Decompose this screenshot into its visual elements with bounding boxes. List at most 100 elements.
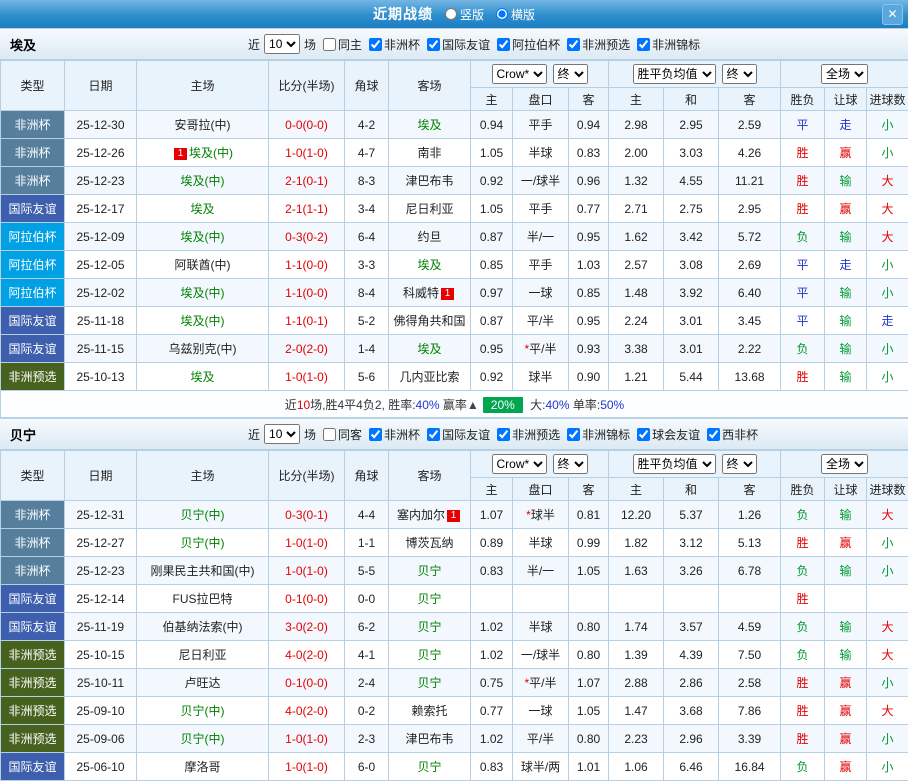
filter-checkbox-item[interactable]: 非洲锦标 xyxy=(637,36,700,53)
score: 0-0(0-0) xyxy=(269,111,345,139)
europe-home-odds: 1.74 xyxy=(609,613,664,641)
filter-checkbox[interactable] xyxy=(707,428,720,441)
filter-checkbox-item[interactable]: 非洲预选 xyxy=(567,36,630,53)
europe-draw-odds: 3.26 xyxy=(664,557,719,585)
filter-checkbox[interactable] xyxy=(369,38,382,51)
asia-handicap: 一/球半 xyxy=(513,641,569,669)
team-label: 卢旺达 xyxy=(184,676,220,690)
europe-home-odds: 12.20 xyxy=(609,501,664,529)
team-label: 埃及(中) xyxy=(181,314,225,328)
europe-draw-odds: 3.42 xyxy=(664,223,719,251)
filter-checkbox[interactable] xyxy=(637,38,650,51)
home-team: 刚果民主共和国(中) xyxy=(137,557,269,585)
europe-time-select[interactable]: 终 xyxy=(722,454,757,474)
team-label: 贝宁 xyxy=(417,760,441,774)
filter-checkbox[interactable] xyxy=(497,428,510,441)
asia-away-odds: 0.77 xyxy=(569,195,609,223)
home-team: 埃及(中) xyxy=(137,167,269,195)
europe-average-select[interactable]: 胜平负均值 xyxy=(633,454,716,474)
europe-home-odds: 2.00 xyxy=(609,139,664,167)
filter-checkbox-item[interactable]: 球会友谊 xyxy=(637,426,700,443)
recent-count-select[interactable]: 10 xyxy=(264,34,300,54)
away-team: 尼日利亚 xyxy=(389,195,471,223)
filter-checkbox[interactable] xyxy=(427,428,440,441)
summary-text: 赢率 xyxy=(440,398,467,412)
filter-checkbox[interactable] xyxy=(427,38,440,51)
column-header: 主场 xyxy=(137,451,269,501)
filter-checkbox-item[interactable]: 非洲杯 xyxy=(369,426,420,443)
match-type-badge: 非洲杯 xyxy=(1,557,65,585)
europe-away-odds: 6.40 xyxy=(719,279,781,307)
asia-time-select[interactable]: 终 xyxy=(553,64,588,84)
asia-odds-group: Crow* 终 xyxy=(471,451,609,478)
filter-checkbox[interactable] xyxy=(637,428,650,441)
column-header: 角球 xyxy=(345,451,389,501)
filter-checkbox-item[interactable]: 阿拉伯杯 xyxy=(497,36,560,53)
team-label: 埃及 xyxy=(417,342,441,356)
home-team: FUS拉巴特 xyxy=(137,585,269,613)
vertical-layout-radio[interactable] xyxy=(445,8,457,20)
filter-checkbox-item[interactable]: 非洲预选 xyxy=(497,426,560,443)
match-date: 25-10-11 xyxy=(65,669,137,697)
filter-checkbox[interactable] xyxy=(323,38,336,51)
result-handicap: 输 xyxy=(825,279,867,307)
europe-time-select[interactable]: 终 xyxy=(722,64,757,84)
europe-home-odds: 2.71 xyxy=(609,195,664,223)
europe-home-odds: 2.23 xyxy=(609,725,664,753)
europe-average-select[interactable]: 胜平负均值 xyxy=(633,64,716,84)
europe-away-odds: 2.95 xyxy=(719,195,781,223)
filter-checkbox[interactable] xyxy=(323,428,336,441)
europe-home-odds: 2.88 xyxy=(609,669,664,697)
match-type-badge: 非洲预选 xyxy=(1,725,65,753)
column-header: 客场 xyxy=(389,61,471,111)
score: 1-1(0-0) xyxy=(269,279,345,307)
away-team: 贝宁 xyxy=(389,613,471,641)
filter-checkbox[interactable] xyxy=(497,38,510,51)
result-goals: 小 xyxy=(867,529,908,557)
horizontal-layout-radio[interactable] xyxy=(496,8,508,20)
filter-checkbox[interactable] xyxy=(369,428,382,441)
europe-away-odds: 11.21 xyxy=(719,167,781,195)
scope-select[interactable]: 全场 xyxy=(821,64,868,84)
asia-handicap: 平手 xyxy=(513,111,569,139)
filter-checkbox[interactable] xyxy=(567,38,580,51)
europe-away-odds: 7.50 xyxy=(719,641,781,669)
asia-away-odds: 0.96 xyxy=(569,167,609,195)
bookmaker-select[interactable]: Crow* xyxy=(492,454,547,474)
result-goals: 大 xyxy=(867,641,908,669)
result-handicap: 赢 xyxy=(825,725,867,753)
europe-away-odds: 16.84 xyxy=(719,753,781,781)
filter-checkbox-item[interactable]: 非洲锦标 xyxy=(567,426,630,443)
filter-checkbox-item[interactable]: 国际友谊 xyxy=(427,36,490,53)
europe-home-odds: 1.32 xyxy=(609,167,664,195)
bookmaker-select[interactable]: Crow* xyxy=(492,64,547,84)
result-handicap: 赢 xyxy=(825,529,867,557)
filter-checkbox-item[interactable]: 西非杯 xyxy=(707,426,758,443)
europe-draw-odds: 3.68 xyxy=(664,697,719,725)
asia-home-odds: 0.94 xyxy=(471,111,513,139)
corner-count: 3-3 xyxy=(345,251,389,279)
europe-home-odds: 1.21 xyxy=(609,363,664,391)
scope-select[interactable]: 全场 xyxy=(821,454,868,474)
asia-time-select[interactable]: 终 xyxy=(553,454,588,474)
layout-option-vertical[interactable]: 竖版 xyxy=(437,6,484,23)
team-label: 几内亚比索 xyxy=(399,370,459,384)
filter-checkbox-item[interactable]: 同主 xyxy=(323,36,362,53)
home-team: 贝宁(中) xyxy=(137,697,269,725)
close-icon[interactable]: ✕ xyxy=(882,4,903,25)
recent-count-select[interactable]: 10 xyxy=(264,424,300,444)
score: 1-0(1-0) xyxy=(269,139,345,167)
filter-checkbox-item[interactable]: 国际友谊 xyxy=(427,426,490,443)
filter-checkbox-label: 非洲锦标 xyxy=(582,426,630,443)
filter-checkbox-item[interactable]: 非洲杯 xyxy=(369,36,420,53)
filter-checkbox-item[interactable]: 同客 xyxy=(323,426,362,443)
result-handicap xyxy=(825,585,867,613)
match-date: 25-10-15 xyxy=(65,641,137,669)
filter-checkbox[interactable] xyxy=(567,428,580,441)
corner-count: 6-0 xyxy=(345,753,389,781)
score: 1-1(0-1) xyxy=(269,307,345,335)
match-type-badge: 国际友谊 xyxy=(1,307,65,335)
away-team: 贝宁 xyxy=(389,753,471,781)
score: 0-1(0-0) xyxy=(269,669,345,697)
layout-option-horizontal[interactable]: 横版 xyxy=(488,6,535,23)
